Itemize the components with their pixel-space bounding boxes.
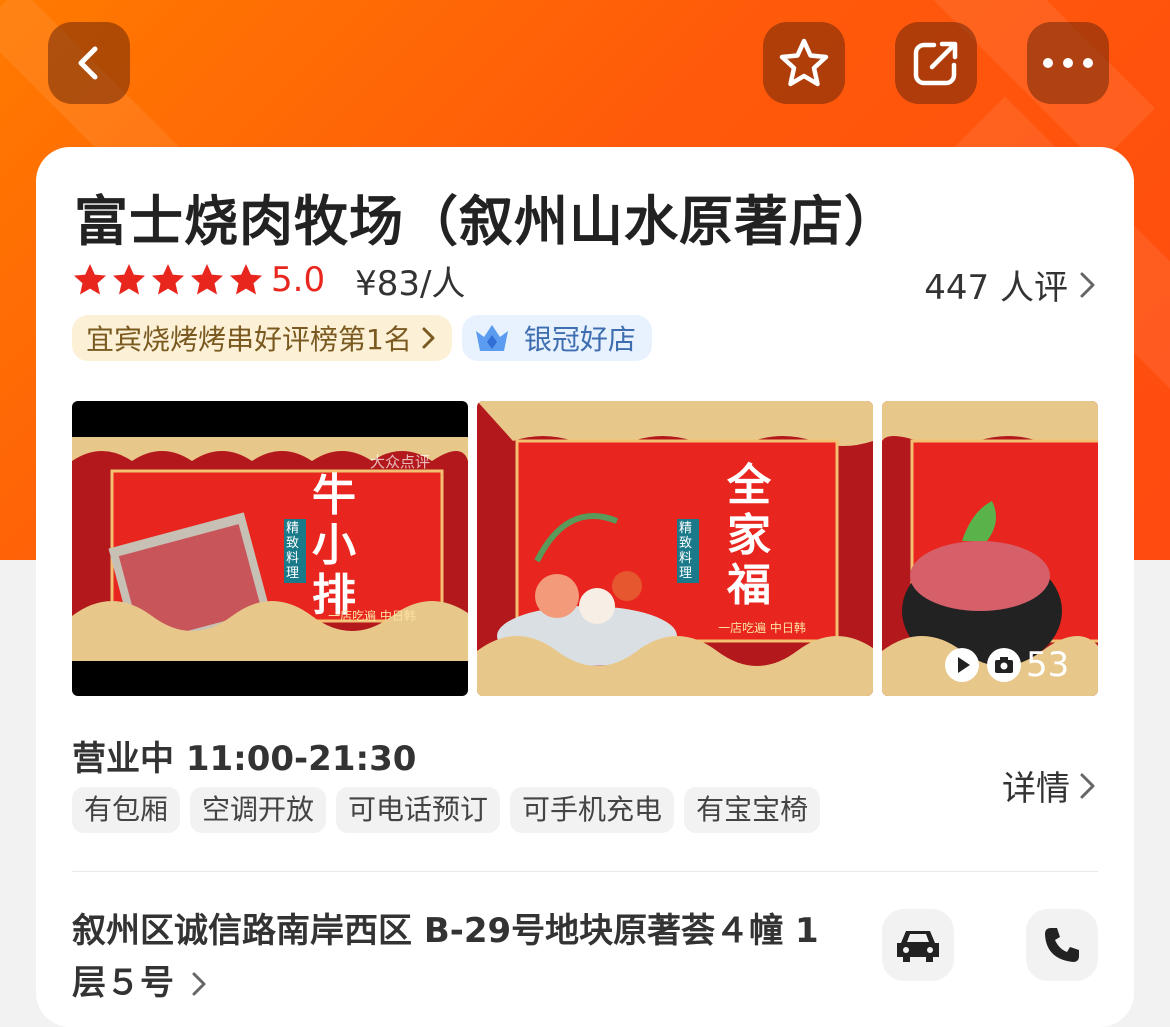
star-rating bbox=[72, 262, 267, 298]
business-hours: 营业中 11:00-21:30 bbox=[72, 739, 417, 779]
divider bbox=[72, 871, 1098, 872]
review-count: 447 人评 bbox=[924, 268, 1068, 308]
play-icon bbox=[945, 648, 979, 682]
ranking-label: 宜宾烧烤烤串好评榜第1名 bbox=[86, 323, 412, 356]
shop-name: 富士烧肉牧场（叙州山水原著店） bbox=[74, 190, 899, 253]
photo-caption: 全家福 bbox=[727, 460, 771, 611]
chevron-right-icon bbox=[1080, 272, 1095, 297]
star-icon bbox=[779, 38, 829, 87]
chevron-right-icon bbox=[192, 972, 206, 996]
star-icon bbox=[191, 264, 223, 295]
details-link[interactable]: 详情 bbox=[1002, 761, 1100, 810]
photo-count: 53 bbox=[1026, 645, 1070, 685]
car-icon bbox=[897, 931, 939, 962]
photo-slogan: 一店吃遍 中日韩 bbox=[328, 609, 416, 623]
ranking-badge[interactable]: 宜宾烧烤烤串好评榜第1名 bbox=[72, 315, 452, 361]
photo-3[interactable]: 53 bbox=[882, 401, 1098, 696]
reviews-link[interactable]: 447 人评 bbox=[924, 260, 1100, 309]
facility-tag: 空调开放 bbox=[190, 787, 327, 833]
address-link[interactable]: 叙州区诚信路南岸西区 B-29号地块原著荟４幢 1层５号 bbox=[72, 905, 852, 1009]
chevron-right-icon bbox=[422, 327, 435, 349]
navigation-button[interactable] bbox=[882, 909, 954, 981]
facility-tag: 可手机充电 bbox=[510, 787, 675, 833]
address-text: 叙州区诚信路南岸西区 B-29号地块原著荟４幢 1层５号 bbox=[72, 911, 819, 1003]
star-icon bbox=[74, 264, 106, 295]
badge-row: 宜宾烧烤烤串好评榜第1名 银冠好店 bbox=[72, 315, 652, 361]
average-price: ¥83/人 bbox=[355, 263, 466, 304]
silver-crown-badge[interactable]: 银冠好店 bbox=[461, 315, 652, 361]
star-icon bbox=[113, 264, 145, 295]
back-button[interactable] bbox=[48, 22, 130, 104]
chevron-left-icon bbox=[78, 46, 98, 80]
share-icon bbox=[913, 41, 958, 86]
facility-tag: 有包厢 bbox=[72, 787, 181, 833]
more-button[interactable] bbox=[1027, 22, 1109, 104]
camera-icon bbox=[987, 648, 1021, 682]
facility-tag: 可电话预订 bbox=[336, 787, 501, 833]
video-thumbnail bbox=[72, 437, 468, 661]
photo-gallery[interactable]: 牛小排 精致料理 一店吃遍 中日韩 大众点评 全家福 精致料理 一店吃遍 中日韩 bbox=[72, 401, 1098, 696]
photo-slogan: 一店吃遍 中日韩 bbox=[718, 621, 806, 635]
crown-icon bbox=[475, 325, 508, 351]
media-count-badge: 53 bbox=[944, 645, 1069, 685]
crown-badge-label: 银冠好店 bbox=[523, 323, 636, 356]
photo-2[interactable]: 全家福 精致料理 一店吃遍 中日韩 bbox=[477, 401, 873, 696]
photo-caption: 牛小排 bbox=[312, 470, 356, 621]
details-label: 详情 bbox=[1002, 769, 1070, 809]
shop-info-card: 富士烧肉牧场（叙州山水原著店） 5.0 ¥83/人 447 人评 宜宾烧烤烤串好… bbox=[36, 147, 1134, 1027]
chevron-right-icon bbox=[1080, 773, 1095, 798]
share-button[interactable] bbox=[895, 22, 977, 104]
favorite-button[interactable] bbox=[763, 22, 845, 104]
food-photo bbox=[477, 401, 873, 696]
rating-score: 5.0 bbox=[271, 260, 326, 300]
phone-icon bbox=[1045, 928, 1079, 962]
facility-tag: 有宝宝椅 bbox=[684, 787, 821, 833]
more-dots-icon bbox=[1043, 58, 1093, 68]
rating-row: 5.0 ¥83/人 bbox=[72, 257, 466, 304]
photo-video[interactable]: 牛小排 精致料理 一店吃遍 中日韩 大众点评 bbox=[72, 401, 468, 696]
star-icon bbox=[152, 264, 184, 295]
star-icon bbox=[230, 264, 262, 295]
watermark: 大众点评 bbox=[370, 453, 431, 471]
photo-subcaption: 精致料理 bbox=[284, 519, 306, 583]
photo-subcaption: 精致料理 bbox=[677, 519, 699, 583]
facility-tags: 有包厢 空调开放 可电话预订 可手机充电 有宝宝椅 bbox=[72, 787, 830, 833]
call-button[interactable] bbox=[1026, 909, 1098, 981]
